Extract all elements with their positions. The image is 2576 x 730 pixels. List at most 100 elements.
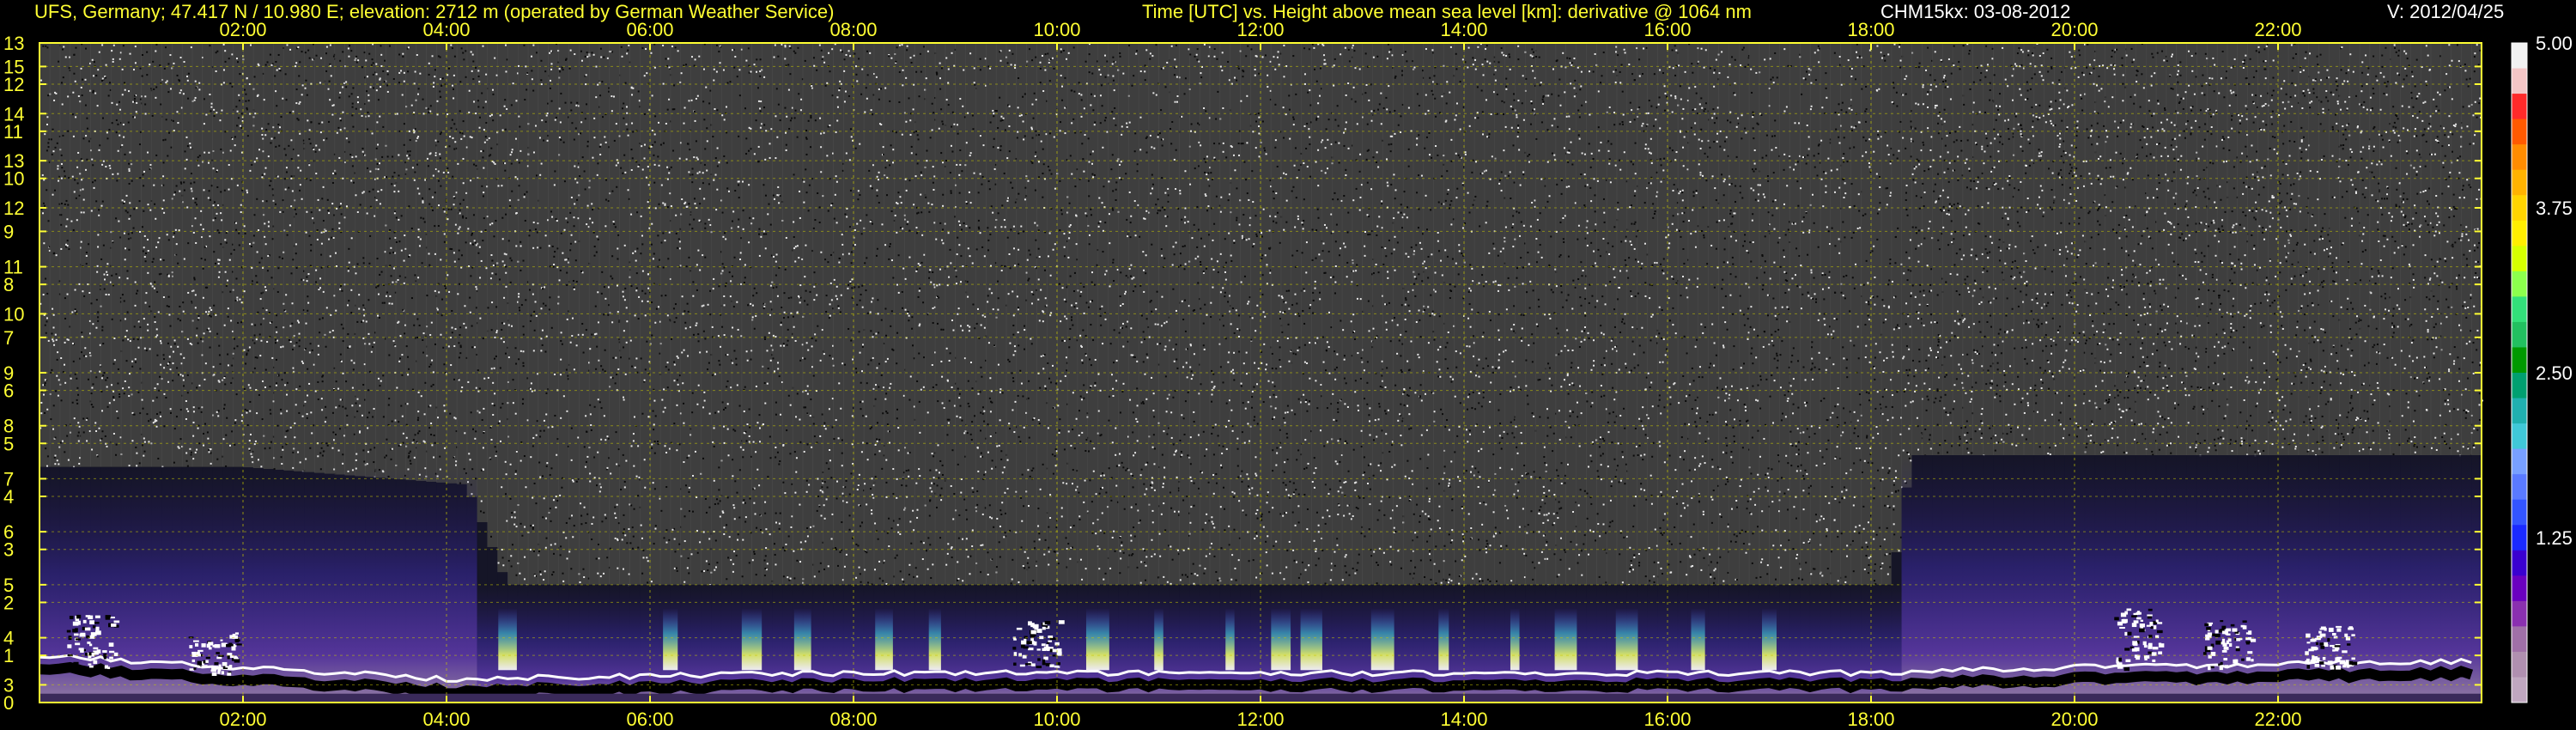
noise-speck (273, 137, 276, 139)
noise-strip (283, 43, 295, 471)
noise-speck (719, 363, 721, 366)
noise-speck (322, 186, 325, 188)
noise-speck (637, 546, 640, 549)
noise-speck (670, 204, 672, 207)
noise-speck (326, 198, 329, 201)
noise-speck (256, 157, 258, 160)
noise-speck (701, 305, 703, 307)
noise-speck (408, 130, 410, 132)
noise-speck (769, 301, 772, 303)
noise-speck (60, 202, 63, 204)
noise-speck (57, 165, 59, 167)
noise-speck (291, 190, 294, 192)
noise-speck (155, 154, 158, 156)
noise-speck (624, 373, 627, 375)
noise-speck (890, 527, 893, 530)
noise-speck (844, 363, 847, 366)
noise-speck (862, 415, 865, 417)
noise-speck (173, 461, 175, 464)
noise-speck (691, 167, 694, 170)
noise-speck (789, 73, 792, 76)
noise-speck (253, 443, 256, 446)
noise-speck (143, 454, 145, 457)
noise-speck (205, 113, 208, 116)
noise-speck (524, 219, 526, 222)
noise-speck (386, 84, 389, 87)
noise-speck (185, 408, 188, 411)
noise-speck (493, 367, 495, 369)
noise-speck (248, 346, 251, 349)
noise-speck (540, 162, 543, 165)
noise-speck (418, 192, 421, 195)
noise-speck (275, 338, 277, 341)
noise-speck (750, 70, 752, 73)
noise-speck (563, 228, 566, 231)
noise-speck (696, 403, 699, 405)
noise-speck (668, 66, 671, 69)
noise-speck (376, 258, 379, 260)
noise-speck (665, 486, 668, 489)
noise-speck (151, 114, 154, 117)
noise-speck (716, 562, 719, 564)
noise-speck (717, 502, 720, 505)
noise-speck (908, 398, 911, 401)
noise-speck (878, 438, 881, 441)
noise-speck (562, 69, 564, 71)
noise-speck (376, 162, 379, 165)
noise-speck (141, 226, 143, 228)
noise-speck (642, 557, 645, 559)
noise-speck (591, 522, 593, 525)
noise-speck (816, 294, 818, 296)
noise-speck (876, 440, 878, 442)
noise-speck (379, 273, 381, 276)
noise-speck (806, 392, 809, 395)
noise-speck (805, 479, 808, 482)
noise-speck (835, 419, 837, 422)
noise-speck (131, 100, 134, 103)
noise-speck (933, 283, 935, 286)
noise-speck (167, 306, 170, 308)
noise-speck (96, 105, 99, 107)
noise-speck (781, 307, 783, 309)
noise-speck (550, 544, 552, 546)
noise-speck (400, 405, 403, 407)
noise-speck (353, 362, 355, 364)
noise-speck (239, 125, 241, 127)
noise-speck (753, 327, 756, 330)
noise-speck (271, 188, 274, 191)
noise-speck (504, 460, 507, 463)
noise-speck (198, 442, 201, 445)
noise-speck (769, 533, 771, 536)
noise-speck (403, 123, 405, 125)
noise-speck (301, 198, 303, 200)
noise-speck (255, 338, 258, 341)
noise-speck (128, 162, 131, 165)
noise-speck (326, 444, 329, 447)
noise-speck (122, 339, 125, 342)
noise-speck (561, 486, 563, 489)
noise-speck (256, 356, 258, 359)
noise-speck (745, 59, 748, 62)
noise-speck (64, 297, 66, 300)
noise-speck (350, 179, 353, 182)
noise-speck (447, 113, 449, 116)
noise-speck (696, 551, 699, 554)
noise-speck (914, 175, 917, 178)
noise-speck (644, 368, 647, 371)
noise-speck (368, 100, 370, 102)
noise-speck (810, 117, 812, 119)
noise-speck (692, 333, 695, 336)
noise-speck (125, 360, 128, 362)
noise-speck (60, 162, 63, 165)
noise-speck (667, 58, 670, 60)
noise-speck (129, 151, 131, 154)
noise-speck (156, 334, 159, 337)
noise-speck (321, 454, 324, 457)
noise-speck (305, 231, 307, 234)
noise-speck (813, 435, 816, 438)
noise-speck (181, 374, 184, 377)
noise-speck (40, 79, 43, 82)
noise-speck (622, 172, 624, 174)
noise-speck (589, 472, 592, 475)
noise-speck (752, 295, 755, 297)
